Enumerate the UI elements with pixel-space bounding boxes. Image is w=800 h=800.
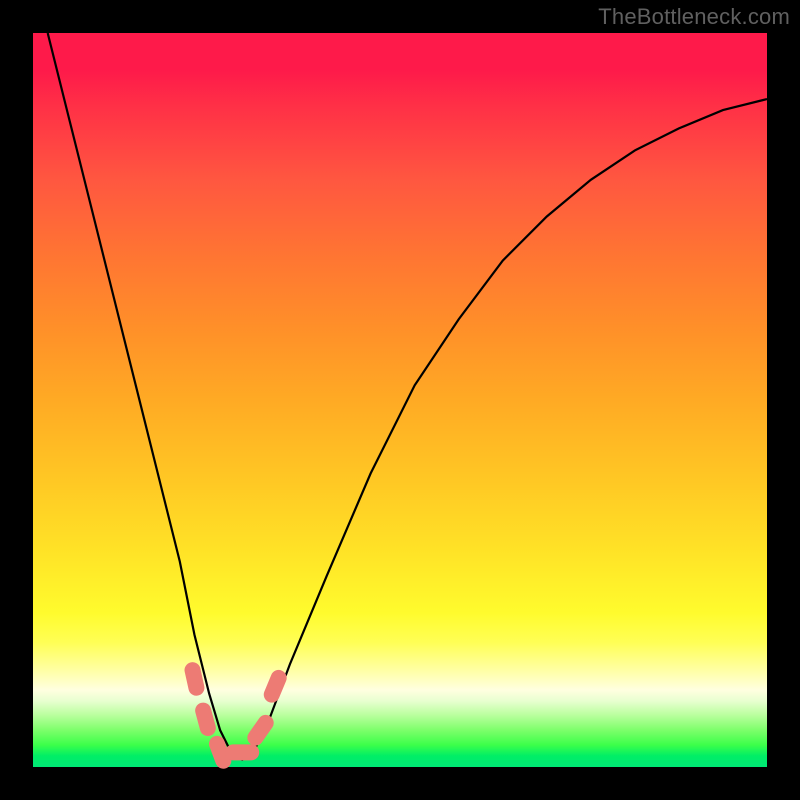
curve-svg xyxy=(33,33,767,767)
curve-markers xyxy=(183,661,289,771)
curve-marker xyxy=(244,712,277,749)
image-frame: TheBottleneck.com xyxy=(0,0,800,800)
watermark-text: TheBottleneck.com xyxy=(598,4,790,30)
bottleneck-curve xyxy=(48,33,767,760)
curve-marker xyxy=(225,744,259,760)
curve-marker xyxy=(261,667,289,705)
plot-area xyxy=(33,33,767,767)
